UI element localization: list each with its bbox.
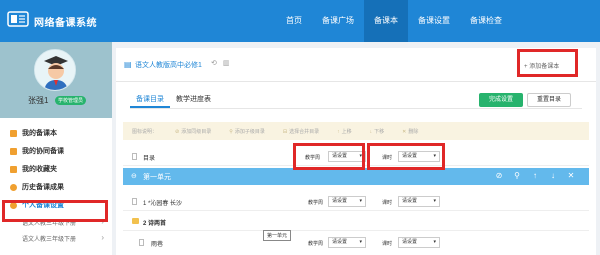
unit-label: 第一单元 [143,174,171,181]
reset-catalog-button[interactable]: 重置目录 [527,93,571,107]
hours-select[interactable]: 请设置 ▾ [398,196,440,207]
legend-move-down: ↓ 下移 [369,128,385,135]
week-label: 教学周 [308,241,324,247]
unit-actions: ⊘ ⚲ ↑ ↓ ✕ [490,171,580,180]
teacher-avatar-icon [35,50,75,90]
add-sibling-icon[interactable]: ⊘ [490,171,508,180]
highlight-box-add-book [517,49,578,77]
delete-icon[interactable]: ✕ [562,171,580,180]
document-icon [132,198,137,205]
tab-catalog[interactable]: 备课目录 [130,94,170,108]
sidebar-item-label: 我的收藏夹 [22,166,57,173]
sidebar: 张强1 学校管理员 我的备课本 我的协同备课 我的收藏夹 历史备课成果 个人备课… [0,42,112,255]
sidebar-subitem-book[interactable]: 语文人教三年级下册 › [0,230,112,246]
logo-icon [7,11,29,27]
legend-hint: 图标说明： [132,128,158,135]
branch-icon: ⚲ [229,128,233,135]
legend-delete: ✕ 删除 [402,128,419,135]
document-icon [139,239,144,246]
document-icon [132,153,137,160]
trash-icon[interactable]: ▥ [223,60,230,67]
merge-icon: ⊟ [282,128,288,135]
sidebar-subitem-label: 语文人教三年级下册 [22,236,77,243]
book-tab-actions: ⟲ ▥ [211,59,229,67]
collapse-icon[interactable]: ⊖ [131,172,137,180]
nav-lesson-book[interactable]: 备课本 [364,0,408,42]
chevron-right-icon: › [101,233,104,242]
arrow-down-icon[interactable]: ↓ [544,171,562,180]
sidebar-item-label: 历史备课成果 [22,184,64,191]
avatar[interactable] [34,49,76,91]
lesson-row: 雨巷 教学周 请设置 ▾ 课时 请设置 ▾ [123,234,589,252]
caret-down-icon: ▾ [433,198,436,204]
sidebar-item-label: 我的备课本 [22,130,57,137]
book-icon: ▤ [124,60,132,69]
role-badge: 学校管理员 [55,96,87,105]
group-row: 2 诗两首 [123,213,589,231]
arrow-up-icon[interactable]: ↑ [526,171,544,180]
row-label: 目录 [143,156,156,162]
profile-card: 张强1 学校管理员 [0,42,112,118]
legend-add-sibling: ⊘ 添加同级目录 [175,128,212,135]
sidebar-item-label: 我的协同备课 [22,148,64,155]
highlight-box-hours [367,143,445,170]
icon-legend-toolbar: 图标说明： ⊘ 添加同级目录 ⚲ 添加子级目录 ⊟ 选择合并目录 ↑ 上移 ↓ 下移 ✕ 删… [123,122,589,140]
week-label: 教学周 [308,200,324,206]
link-icon: ⊘ [175,128,180,135]
user-name: 张强1 [28,96,49,105]
sidebar-item-history[interactable]: 历史备课成果 [0,178,112,196]
week-select[interactable]: 请设置 ▾ [328,196,366,207]
highlight-box-week [293,143,365,170]
arrow-down-icon: ↓ [369,128,373,135]
delete-icon: ✕ [402,128,407,135]
nav-plaza[interactable]: 备课广场 [312,0,364,42]
caret-down-icon: ▾ [359,198,362,204]
highlight-box-settings [2,200,108,222]
nav-home[interactable]: 首页 [276,0,312,42]
row-label: 雨巷 [151,242,164,248]
hours-label: 课时 [382,241,393,247]
row-label: 1 *沁园春 长沙 [143,201,183,207]
complete-settings-button[interactable]: 完成设置 [479,93,523,107]
legend-add-child: ⚲ 添加子级目录 [229,128,265,135]
hours-label: 课时 [382,200,393,206]
nav-check[interactable]: 备课检查 [460,0,512,42]
book-tab[interactable]: 语文人教版高中必修1 [135,60,202,70]
caret-down-icon: ▾ [359,239,362,245]
app-title: 网络备课系统 [34,18,97,29]
week-select[interactable]: 请设置 ▾ [328,237,366,248]
catalog-tabs: 备课目录 教学进度表 [130,94,217,108]
main-nav: 首页 备课广场 备课本 备课设置 备课检查 [276,0,512,42]
row-label: 2 诗两首 [143,221,167,227]
legend-move-up: ↑ 上移 [337,128,352,135]
top-navigation-bar: 网络备课系统 首页 备课广场 备课本 备课设置 备课检查 [0,0,600,42]
legend-merge: ⊟ 选择合并目录 [282,128,320,135]
unit-row[interactable]: ⊖ 第一单元 ⊘ ⚲ ↑ ↓ ✕ [123,168,589,185]
book-icon [10,129,17,137]
folder-icon [10,165,17,173]
sidebar-item-my-books[interactable]: 我的备课本 [0,124,112,142]
tooltip: 第一单元 [263,230,292,241]
tab-progress[interactable]: 教学进度表 [170,94,217,108]
add-child-icon[interactable]: ⚲ [508,171,526,180]
lesson-row: 1 *沁园春 长沙 教学周 请设置 ▾ 课时 请设置 ▾ [123,193,589,211]
sidebar-item-collab[interactable]: 我的协同备课 [0,142,112,160]
history-icon [10,183,17,191]
refresh-icon[interactable]: ⟲ [211,60,217,67]
hours-select[interactable]: 请设置 ▾ [398,237,440,248]
sidebar-menu: 我的备课本 我的协同备课 我的收藏夹 历史备课成果 个人备课设置 语文人教三年级… [0,124,112,246]
sidebar-item-favorites[interactable]: 我的收藏夹 [0,160,112,178]
arrow-up-icon: ↑ [337,128,340,135]
collab-icon [10,147,17,155]
folder-icon [132,218,139,224]
tabs-divider [130,108,582,109]
caret-down-icon: ▾ [433,239,436,245]
nav-settings[interactable]: 备课设置 [408,0,460,42]
